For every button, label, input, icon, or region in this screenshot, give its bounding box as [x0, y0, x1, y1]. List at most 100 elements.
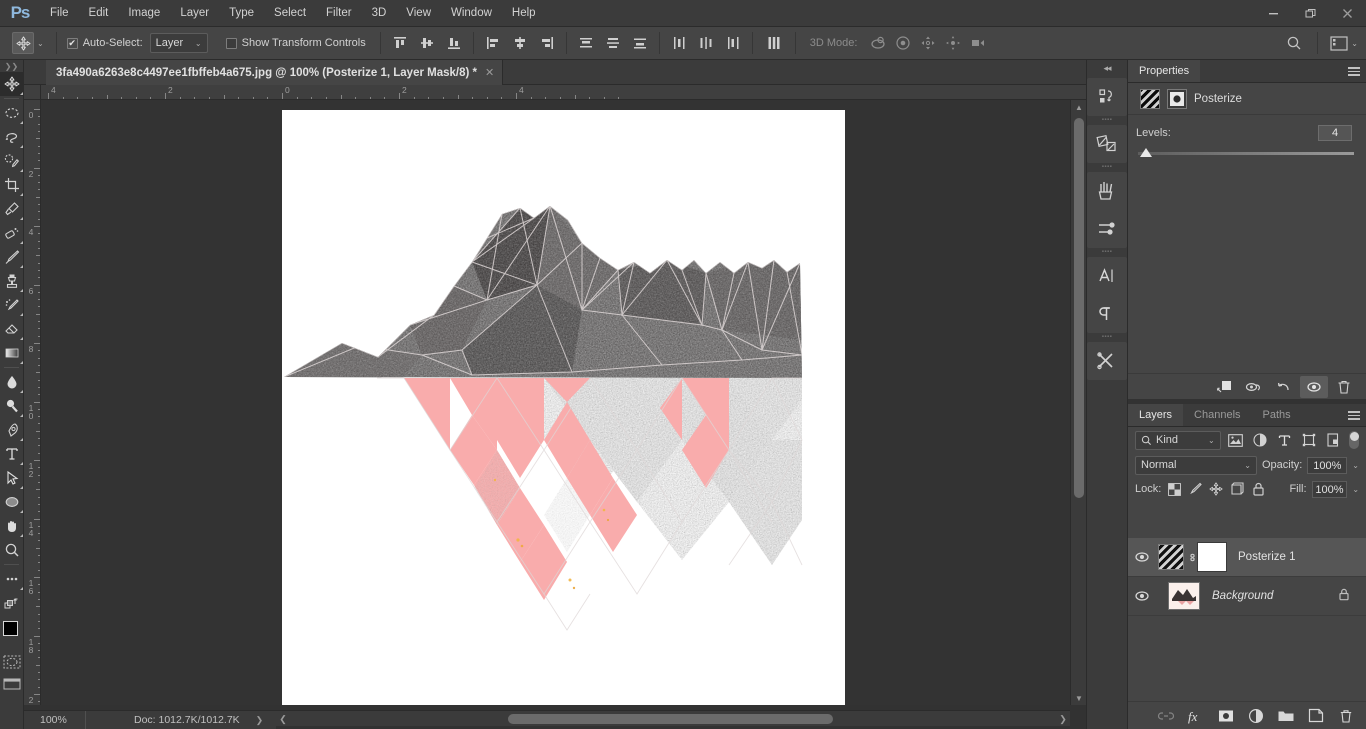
pan-3d-button[interactable]: [915, 32, 940, 54]
quick-selection-tool[interactable]: [0, 149, 24, 173]
reset-adjustment-button[interactable]: [1270, 376, 1298, 398]
filter-kind-dropdown[interactable]: Kind ⌄: [1135, 430, 1221, 450]
minimize-button[interactable]: [1255, 0, 1292, 27]
history-panel-icon[interactable]: [1087, 78, 1127, 116]
distribute-bottom-edges-button[interactable]: [627, 31, 653, 55]
canvas-vertical-scrollbar[interactable]: ▲ ▼: [1070, 100, 1086, 705]
clip-to-layer-button[interactable]: [1210, 376, 1238, 398]
posterize-adjustment-icon[interactable]: [1140, 88, 1160, 109]
layer-mask-icon[interactable]: [1167, 88, 1187, 109]
menu-file[interactable]: File: [40, 0, 79, 27]
lock-all-button[interactable]: [1250, 480, 1266, 499]
path-selection-tool[interactable]: [0, 466, 24, 490]
layer-name[interactable]: Posterize 1: [1238, 551, 1296, 563]
menu-select[interactable]: Select: [264, 0, 316, 27]
tab-paths[interactable]: Paths: [1252, 404, 1302, 426]
layer-mask-thumbnail[interactable]: [1197, 542, 1227, 572]
move-tool[interactable]: [0, 72, 24, 96]
align-vertical-centers-button[interactable]: [414, 31, 440, 55]
table-row[interactable]: Background: [1128, 577, 1366, 616]
document-tab[interactable]: 3fa490a6263e8c4497ee1fbffeb4a675.jpg @ 1…: [46, 60, 504, 85]
scroll-left-icon[interactable]: ❮: [276, 711, 290, 727]
vertical-scroll-thumb[interactable]: [1074, 118, 1084, 498]
clone-stamp-tool[interactable]: [0, 269, 24, 293]
horizontal-type-tool[interactable]: [0, 442, 24, 466]
distribute-horizontal-centers-button[interactable]: [693, 31, 719, 55]
layer-visibility-toggle[interactable]: [1128, 577, 1156, 616]
blur-tool[interactable]: [0, 370, 24, 394]
mask-link-icon[interactable]: [1186, 551, 1198, 564]
dock-grip-1[interactable]: ▪▪▪▪: [1087, 116, 1127, 123]
menu-filter[interactable]: Filter: [316, 0, 362, 27]
posterize-adjustment-icon[interactable]: [1156, 542, 1186, 572]
layer-thumbnail[interactable]: [1168, 582, 1200, 610]
menu-image[interactable]: Image: [118, 0, 170, 27]
edit-toolbar-tool[interactable]: [0, 567, 24, 591]
workspace-switcher-button[interactable]: ⌄: [1326, 32, 1362, 54]
layer-visibility-toggle[interactable]: [1128, 538, 1156, 577]
rectangular-marquee-tool[interactable]: [0, 101, 24, 125]
search-button[interactable]: [1279, 31, 1309, 55]
delete-layer-button[interactable]: [1331, 704, 1360, 728]
ellipse-tool[interactable]: [0, 490, 24, 514]
filter-smart-objects-button[interactable]: [1324, 430, 1342, 450]
filter-adjustment-layers-button[interactable]: [1251, 430, 1269, 450]
add-layer-mask-button[interactable]: [1211, 704, 1240, 728]
screen-mode-button[interactable]: [0, 673, 24, 695]
menu-view[interactable]: View: [396, 0, 441, 27]
swap-colors-button[interactable]: [0, 591, 24, 615]
hand-tool[interactable]: [0, 514, 24, 538]
dock-grip-2[interactable]: ▪▪▪▪: [1087, 163, 1127, 170]
fill-chevron-down-icon[interactable]: ⌄: [1352, 485, 1359, 494]
crop-tool[interactable]: [0, 173, 24, 197]
menu-type[interactable]: Type: [219, 0, 264, 27]
canvas-horizontal-scrollbar[interactable]: ❮ ❯: [276, 710, 1070, 726]
tab-properties[interactable]: Properties: [1128, 60, 1201, 82]
filter-pixel-layers-button[interactable]: [1227, 430, 1245, 450]
status-expand-icon[interactable]: ❯: [256, 715, 264, 726]
toggle-layer-visibility-button[interactable]: [1300, 375, 1328, 398]
pen-tool[interactable]: [0, 418, 24, 442]
delete-adjustment-button[interactable]: [1330, 376, 1358, 398]
orbit-3d-button[interactable]: [865, 32, 890, 54]
levels-slider-handle[interactable]: [1140, 148, 1152, 157]
opacity-value-input[interactable]: 100%: [1307, 456, 1348, 474]
dock-grip-4[interactable]: ▪▪▪▪: [1087, 333, 1127, 340]
quick-mask-button[interactable]: [0, 651, 24, 673]
table-row[interactable]: Posterize 1: [1128, 538, 1366, 577]
character-panel-icon[interactable]: [1087, 257, 1127, 295]
layer-style-fx-button[interactable]: fx: [1181, 704, 1210, 728]
color-swatches[interactable]: [0, 621, 25, 651]
current-tool-selector[interactable]: ⌄: [6, 32, 50, 54]
eraser-tool[interactable]: [0, 317, 24, 341]
tab-channels[interactable]: Channels: [1183, 404, 1251, 426]
gradient-tool[interactable]: [0, 341, 24, 365]
opacity-chevron-down-icon[interactable]: ⌄: [1352, 461, 1359, 470]
distribute-spacing-button[interactable]: [759, 31, 789, 55]
paragraph-panel-icon[interactable]: [1087, 295, 1127, 333]
zoom-tool[interactable]: [0, 538, 24, 562]
adjustments-panel-icon[interactable]: [1087, 125, 1127, 163]
levels-slider[interactable]: [1138, 148, 1354, 162]
menu-layer[interactable]: Layer: [170, 0, 219, 27]
distribute-top-edges-button[interactable]: [573, 31, 599, 55]
lock-position-button[interactable]: [1208, 480, 1224, 499]
lock-image-pixels-button[interactable]: [1187, 480, 1203, 499]
menu-window[interactable]: Window: [441, 0, 502, 27]
menu-3d[interactable]: 3D: [362, 0, 397, 27]
align-left-edges-button[interactable]: [480, 31, 506, 55]
lock-artboard-nesting-button[interactable]: [1229, 480, 1245, 499]
canvas-area[interactable]: [41, 100, 1086, 705]
toolbar-grip[interactable]: ❯❯: [0, 60, 23, 72]
new-layer-button[interactable]: [1301, 704, 1330, 728]
eyedropper-tool[interactable]: [0, 197, 24, 221]
distribute-right-edges-button[interactable]: [720, 31, 746, 55]
filter-shape-layers-button[interactable]: [1300, 430, 1318, 450]
distribute-vertical-centers-button[interactable]: [600, 31, 626, 55]
roll-3d-button[interactable]: [890, 32, 915, 54]
ruler-corner[interactable]: [24, 85, 41, 100]
menu-help[interactable]: Help: [502, 0, 546, 27]
close-icon[interactable]: ✕: [485, 66, 494, 79]
horizontal-scroll-thumb[interactable]: [508, 714, 833, 724]
collapse-panels-button[interactable]: ◂◂: [1087, 60, 1127, 76]
